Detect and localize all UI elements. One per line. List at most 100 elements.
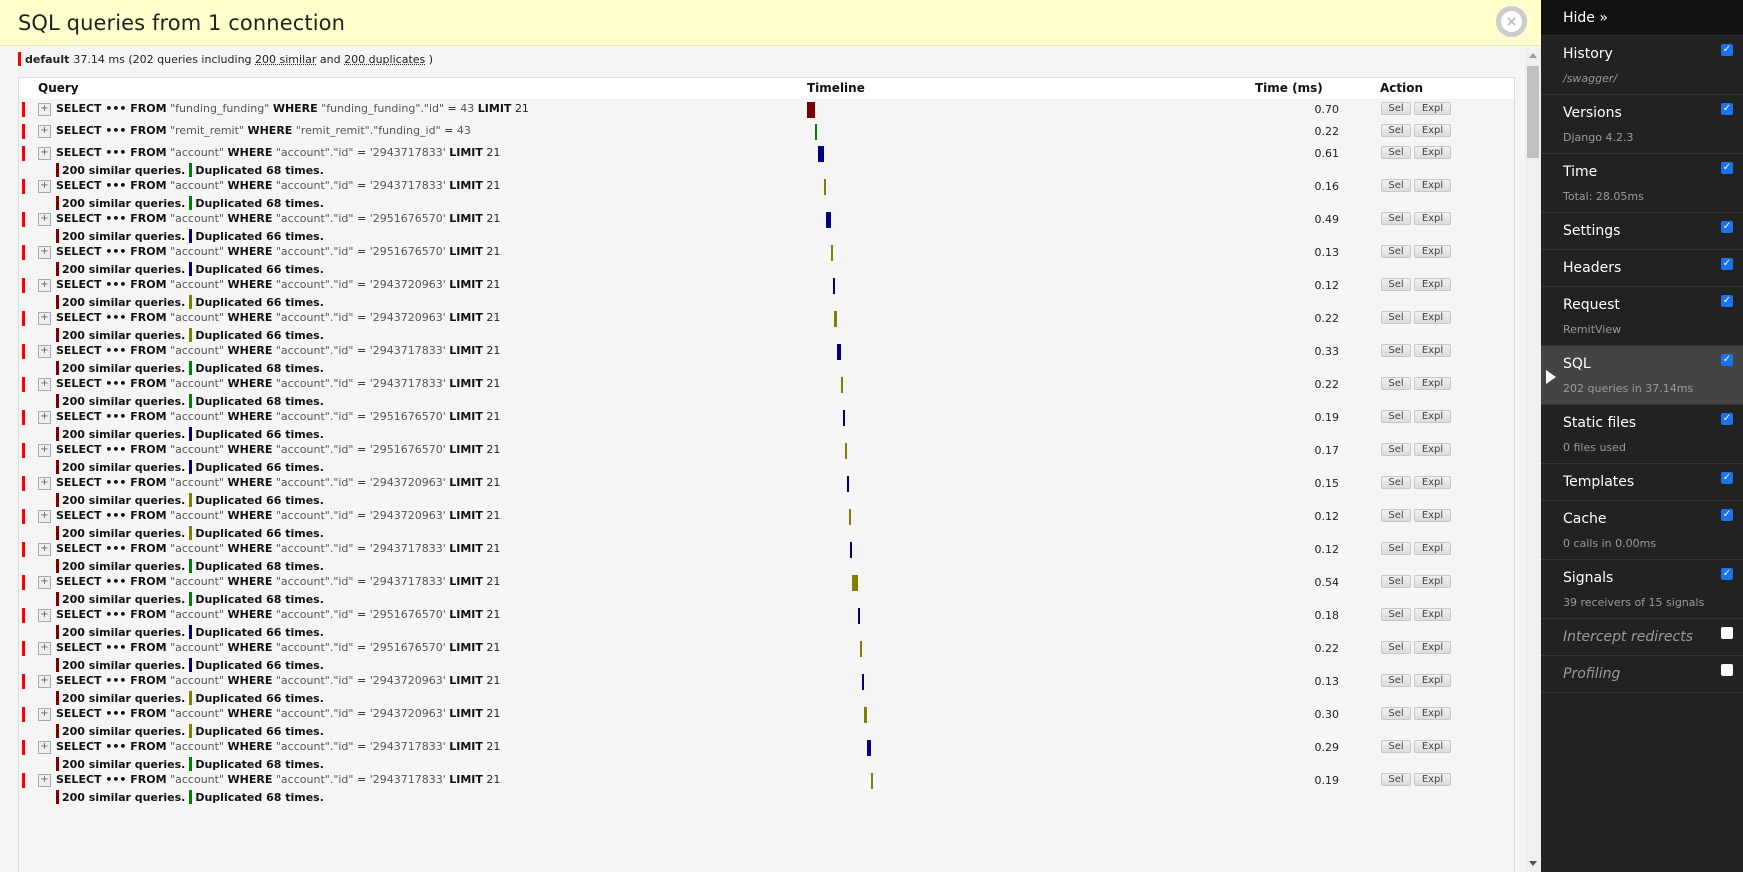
expand-query-toggle-icon[interactable]: + bbox=[38, 411, 51, 424]
toolbar-item-checkbox[interactable]: ✓ bbox=[1721, 221, 1733, 233]
query-sql[interactable]: SELECT ••• FROM "account" WHERE "account… bbox=[56, 443, 500, 456]
select-button[interactable]: Sel bbox=[1381, 311, 1411, 324]
toolbar-item-profiling[interactable]: Profiling bbox=[1541, 656, 1743, 693]
select-button[interactable]: Sel bbox=[1381, 102, 1411, 115]
explain-button[interactable]: Expl bbox=[1414, 311, 1451, 324]
toolbar-item-request[interactable]: Request RemitView ✓ bbox=[1541, 287, 1743, 346]
select-button[interactable]: Sel bbox=[1381, 476, 1411, 489]
select-button[interactable]: Sel bbox=[1381, 377, 1411, 390]
toolbar-item-checkbox[interactable]: ✓ bbox=[1721, 568, 1733, 580]
explain-button[interactable]: Expl bbox=[1414, 740, 1451, 753]
toolbar-item-cache[interactable]: Cache 0 calls in 0.00ms ✓ bbox=[1541, 501, 1743, 560]
toolbar-item-time[interactable]: Time Total: 28.05ms ✓ bbox=[1541, 154, 1743, 213]
expand-query-toggle-icon[interactable]: + bbox=[38, 345, 51, 358]
similar-queries-link[interactable]: 200 similar bbox=[255, 53, 316, 66]
select-button[interactable]: Sel bbox=[1381, 124, 1411, 137]
select-button[interactable]: Sel bbox=[1381, 575, 1411, 588]
expand-query-toggle-icon[interactable]: + bbox=[38, 708, 51, 721]
expand-query-toggle-icon[interactable]: + bbox=[38, 312, 51, 325]
select-button[interactable]: Sel bbox=[1381, 212, 1411, 225]
expand-query-toggle-icon[interactable]: + bbox=[38, 576, 51, 589]
expand-query-toggle-icon[interactable]: + bbox=[38, 279, 51, 292]
select-button[interactable]: Sel bbox=[1381, 641, 1411, 654]
explain-button[interactable]: Expl bbox=[1414, 773, 1451, 786]
explain-button[interactable]: Expl bbox=[1414, 476, 1451, 489]
toolbar-item-checkbox[interactable]: ✓ bbox=[1721, 103, 1733, 115]
select-button[interactable]: Sel bbox=[1381, 674, 1411, 687]
toolbar-item-settings[interactable]: Settings ✓ bbox=[1541, 213, 1743, 250]
query-sql[interactable]: SELECT ••• FROM "account" WHERE "account… bbox=[56, 674, 500, 687]
query-sql[interactable]: SELECT ••• FROM "account" WHERE "account… bbox=[56, 377, 500, 390]
expand-query-toggle-icon[interactable]: + bbox=[38, 477, 51, 490]
expand-query-toggle-icon[interactable]: + bbox=[38, 246, 51, 259]
explain-button[interactable]: Expl bbox=[1414, 179, 1451, 192]
select-button[interactable]: Sel bbox=[1381, 146, 1411, 159]
select-button[interactable]: Sel bbox=[1381, 245, 1411, 258]
expand-query-toggle-icon[interactable]: + bbox=[38, 125, 51, 138]
select-button[interactable]: Sel bbox=[1381, 608, 1411, 621]
scrollbar-thumb[interactable] bbox=[1527, 66, 1539, 158]
select-button[interactable]: Sel bbox=[1381, 509, 1411, 522]
select-button[interactable]: Sel bbox=[1381, 278, 1411, 291]
toolbar-item-checkbox[interactable] bbox=[1721, 627, 1733, 639]
select-button[interactable]: Sel bbox=[1381, 740, 1411, 753]
explain-button[interactable]: Expl bbox=[1414, 124, 1451, 137]
query-sql[interactable]: SELECT ••• FROM "account" WHERE "account… bbox=[56, 344, 500, 357]
explain-button[interactable]: Expl bbox=[1414, 278, 1451, 291]
query-sql[interactable]: SELECT ••• FROM "account" WHERE "account… bbox=[56, 212, 500, 225]
explain-button[interactable]: Expl bbox=[1414, 707, 1451, 720]
scrollbar[interactable] bbox=[1525, 48, 1541, 872]
query-sql[interactable]: SELECT ••• FROM "account" WHERE "account… bbox=[56, 146, 500, 159]
query-sql[interactable]: SELECT ••• FROM "account" WHERE "account… bbox=[56, 509, 500, 522]
expand-query-toggle-icon[interactable]: + bbox=[38, 675, 51, 688]
expand-query-toggle-icon[interactable]: + bbox=[38, 609, 51, 622]
explain-button[interactable]: Expl bbox=[1414, 212, 1451, 225]
expand-query-toggle-icon[interactable]: + bbox=[38, 642, 51, 655]
toolbar-item-versions[interactable]: Versions Django 4.2.3 ✓ bbox=[1541, 95, 1743, 154]
query-sql[interactable]: SELECT ••• FROM "account" WHERE "account… bbox=[56, 707, 500, 720]
query-sql[interactable]: SELECT ••• FROM "account" WHERE "account… bbox=[56, 641, 500, 654]
expand-query-toggle-icon[interactable]: + bbox=[38, 378, 51, 391]
expand-query-toggle-icon[interactable]: + bbox=[38, 180, 51, 193]
hide-toolbar-button[interactable]: Hide » bbox=[1541, 0, 1743, 36]
explain-button[interactable]: Expl bbox=[1414, 245, 1451, 258]
toolbar-item-signals[interactable]: Signals 39 receivers of 15 signals ✓ bbox=[1541, 560, 1743, 619]
query-sql[interactable]: SELECT ••• FROM "account" WHERE "account… bbox=[56, 773, 500, 786]
toolbar-item-checkbox[interactable]: ✓ bbox=[1721, 509, 1733, 521]
query-sql[interactable]: SELECT ••• FROM "account" WHERE "account… bbox=[56, 608, 500, 621]
query-sql[interactable]: SELECT ••• FROM "funding_funding" WHERE … bbox=[56, 102, 529, 115]
scroll-down-arrow-icon[interactable] bbox=[1529, 861, 1537, 866]
query-sql[interactable]: SELECT ••• FROM "account" WHERE "account… bbox=[56, 410, 500, 423]
explain-button[interactable]: Expl bbox=[1414, 443, 1451, 456]
explain-button[interactable]: Expl bbox=[1414, 608, 1451, 621]
toolbar-item-history[interactable]: History/swagger/ ✓ bbox=[1541, 36, 1743, 95]
toolbar-item-intercept-redirects[interactable]: Intercept redirects bbox=[1541, 619, 1743, 656]
expand-query-toggle-icon[interactable]: + bbox=[38, 103, 51, 116]
toolbar-item-checkbox[interactable]: ✓ bbox=[1721, 44, 1733, 56]
explain-button[interactable]: Expl bbox=[1414, 575, 1451, 588]
select-button[interactable]: Sel bbox=[1381, 344, 1411, 357]
toolbar-item-checkbox[interactable]: ✓ bbox=[1721, 162, 1733, 174]
scroll-up-arrow-icon[interactable] bbox=[1529, 53, 1537, 58]
toolbar-item-static-files[interactable]: Static files 0 files used ✓ bbox=[1541, 405, 1743, 464]
close-panel-button[interactable]: × bbox=[1496, 6, 1527, 37]
explain-button[interactable]: Expl bbox=[1414, 509, 1451, 522]
explain-button[interactable]: Expl bbox=[1414, 674, 1451, 687]
query-sql[interactable]: SELECT ••• FROM "account" WHERE "account… bbox=[56, 542, 500, 555]
expand-query-toggle-icon[interactable]: + bbox=[38, 444, 51, 457]
explain-button[interactable]: Expl bbox=[1414, 146, 1451, 159]
query-sql[interactable]: SELECT ••• FROM "account" WHERE "account… bbox=[56, 179, 500, 192]
expand-query-toggle-icon[interactable]: + bbox=[38, 774, 51, 787]
select-button[interactable]: Sel bbox=[1381, 707, 1411, 720]
toolbar-item-sql[interactable]: SQL 202 queries in 37.14ms ✓ bbox=[1541, 346, 1743, 405]
select-button[interactable]: Sel bbox=[1381, 773, 1411, 786]
select-button[interactable]: Sel bbox=[1381, 443, 1411, 456]
query-sql[interactable]: SELECT ••• FROM "account" WHERE "account… bbox=[56, 245, 500, 258]
query-sql[interactable]: SELECT ••• FROM "account" WHERE "account… bbox=[56, 740, 500, 753]
toolbar-item-checkbox[interactable]: ✓ bbox=[1721, 295, 1733, 307]
select-button[interactable]: Sel bbox=[1381, 542, 1411, 555]
toolbar-item-checkbox[interactable] bbox=[1721, 664, 1733, 676]
expand-query-toggle-icon[interactable]: + bbox=[38, 147, 51, 160]
select-button[interactable]: Sel bbox=[1381, 179, 1411, 192]
explain-button[interactable]: Expl bbox=[1414, 542, 1451, 555]
